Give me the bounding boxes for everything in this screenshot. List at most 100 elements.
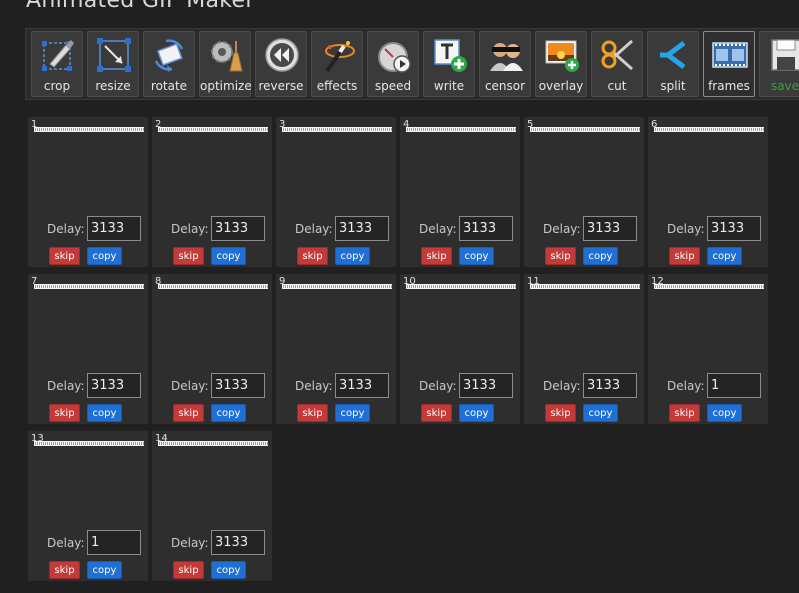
overlay-button[interactable]: overlay <box>535 31 587 97</box>
delay-input[interactable] <box>87 373 141 398</box>
optimize-icon <box>211 41 243 72</box>
frame-card: 11 Delay: skip copy <box>524 274 644 424</box>
tool-label: resize <box>95 79 131 93</box>
delay-label: Delay: <box>419 379 457 393</box>
toolbar: crop resize rotate optimize reverse effe… <box>25 28 799 100</box>
delay-input[interactable] <box>335 216 389 241</box>
optimize-button[interactable]: optimize <box>199 31 252 97</box>
copy-button[interactable]: copy <box>335 404 370 422</box>
frame-thumbnail <box>158 441 268 446</box>
delay-input[interactable] <box>459 373 513 398</box>
skip-button[interactable]: skip <box>545 404 576 422</box>
skip-button[interactable]: skip <box>669 247 700 265</box>
frame-thumbnail <box>158 127 268 132</box>
split-button[interactable]: split <box>647 31 699 97</box>
delay-input[interactable] <box>211 530 265 555</box>
copy-button[interactable]: copy <box>707 404 742 422</box>
copy-button[interactable]: copy <box>335 247 370 265</box>
write-icon <box>434 39 467 72</box>
delay-label: Delay: <box>171 379 209 393</box>
cut-button[interactable]: cut <box>591 31 643 97</box>
copy-button[interactable]: copy <box>583 404 618 422</box>
frame-thumbnail <box>282 284 392 289</box>
frame-card: 13 Delay: skip copy <box>28 431 148 581</box>
frame-card: 3 Delay: skip copy <box>276 117 396 267</box>
delay-input[interactable] <box>87 530 141 555</box>
delay-label: Delay: <box>667 222 705 236</box>
rotate-icon <box>154 39 184 72</box>
frame-preview <box>152 135 272 205</box>
copy-button[interactable]: copy <box>211 247 246 265</box>
delay-label: Delay: <box>419 222 457 236</box>
frame-thumbnail <box>406 284 516 289</box>
copy-button[interactable]: copy <box>583 247 618 265</box>
save-icon <box>771 39 799 71</box>
crop-button[interactable]: crop <box>31 31 83 97</box>
frames-icon <box>712 42 748 68</box>
skip-button[interactable]: skip <box>421 247 452 265</box>
skip-button[interactable]: skip <box>173 247 204 265</box>
censor-icon <box>490 43 523 71</box>
frame-thumbnail <box>406 127 516 132</box>
copy-button[interactable]: copy <box>87 404 122 422</box>
frame-preview <box>400 135 520 205</box>
copy-button[interactable]: copy <box>211 404 246 422</box>
frames-button[interactable]: frames <box>703 31 755 97</box>
tool-label: reverse <box>258 79 304 93</box>
copy-button[interactable]: copy <box>459 247 494 265</box>
tool-label: cut <box>607 79 627 93</box>
effects-button[interactable]: effects <box>311 31 363 97</box>
reverse-icon <box>265 38 299 72</box>
frame-card: 6 Delay: skip copy <box>648 117 768 267</box>
skip-button[interactable]: skip <box>297 247 328 265</box>
speed-icon <box>378 42 411 73</box>
frame-thumbnail <box>34 284 144 289</box>
copy-button[interactable]: copy <box>87 247 122 265</box>
skip-button[interactable]: skip <box>545 247 576 265</box>
delay-label: Delay: <box>171 222 209 236</box>
frame-preview <box>152 292 272 362</box>
delay-input[interactable] <box>707 216 761 241</box>
copy-button[interactable]: copy <box>707 247 742 265</box>
frame-card: 10 Delay: skip copy <box>400 274 520 424</box>
copy-button[interactable]: copy <box>459 404 494 422</box>
frame-thumbnail <box>282 127 392 132</box>
tool-label: split <box>660 79 686 93</box>
delay-input[interactable] <box>211 216 265 241</box>
delay-input[interactable] <box>335 373 389 398</box>
tool-label: frames <box>708 79 750 93</box>
save-button[interactable]: save <box>759 31 799 97</box>
skip-button[interactable]: skip <box>49 404 80 422</box>
rotate-button[interactable]: rotate <box>143 31 195 97</box>
delay-label: Delay: <box>543 222 581 236</box>
delay-input[interactable] <box>583 216 637 241</box>
delay-input[interactable] <box>459 216 513 241</box>
censor-button[interactable]: censor <box>479 31 531 97</box>
skip-button[interactable]: skip <box>49 561 80 579</box>
delay-label: Delay: <box>295 379 333 393</box>
speed-button[interactable]: speed <box>367 31 419 97</box>
page-title: Animated GIF Maker <box>26 0 255 13</box>
reverse-button[interactable]: reverse <box>255 31 307 97</box>
frame-card: 7 Delay: skip copy <box>28 274 148 424</box>
tool-label: save <box>770 79 799 93</box>
write-button[interactable]: write <box>423 31 475 97</box>
copy-button[interactable]: copy <box>87 561 122 579</box>
delay-input[interactable] <box>583 373 637 398</box>
frame-card: 12 Delay: skip copy <box>648 274 768 424</box>
skip-button[interactable]: skip <box>669 404 700 422</box>
skip-button[interactable]: skip <box>173 404 204 422</box>
skip-button[interactable]: skip <box>173 561 204 579</box>
delay-input[interactable] <box>211 373 265 398</box>
skip-button[interactable]: skip <box>297 404 328 422</box>
skip-button[interactable]: skip <box>49 247 80 265</box>
frame-thumbnail <box>34 127 144 132</box>
split-icon <box>660 41 686 69</box>
frame-preview <box>400 292 520 362</box>
skip-button[interactable]: skip <box>421 404 452 422</box>
copy-button[interactable]: copy <box>211 561 246 579</box>
delay-input[interactable] <box>87 216 141 241</box>
delay-input[interactable] <box>707 373 761 398</box>
delay-label: Delay: <box>667 379 705 393</box>
resize-button[interactable]: resize <box>87 31 139 97</box>
